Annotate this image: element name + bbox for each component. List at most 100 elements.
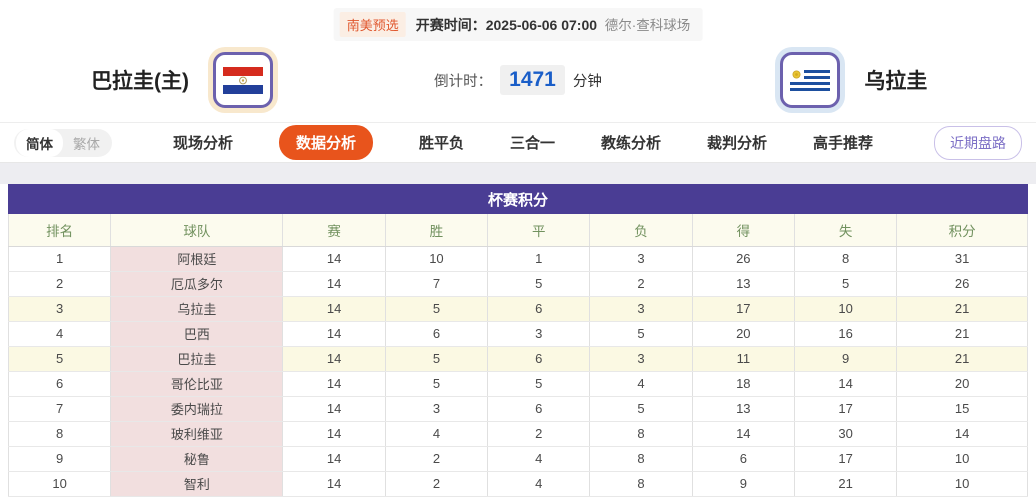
cell-points: 31 (896, 246, 1028, 272)
cell-points: 10 (896, 446, 1028, 472)
cell-points: 21 (896, 346, 1028, 372)
language-toggle[interactable]: 简体 繁体 (14, 128, 112, 157)
table-row: 10 智利 14 2 4 8 9 21 10 (7, 471, 1028, 497)
countdown-value: 1471 (500, 65, 565, 95)
nav-tabs: 现场分析 数据分析 胜平负 三合一 教练分析 裁判分析 高手推荐 (112, 125, 934, 160)
cell-loss: 4 (589, 371, 693, 397)
cell-rank: 5 (7, 346, 112, 372)
cell-team: 智利 (110, 471, 284, 497)
tab-data-analysis[interactable]: 数据分析 (278, 125, 373, 160)
column-header-loss: 负 (589, 214, 693, 247)
cell-loss: 8 (589, 471, 693, 497)
tab-live-analysis[interactable]: 现场分析 (173, 132, 233, 153)
cell-played: 14 (282, 246, 386, 272)
cell-played: 14 (282, 321, 386, 347)
cell-win: 2 (385, 446, 489, 472)
cell-goals-for: 11 (692, 346, 795, 372)
cell-rank: 2 (7, 271, 112, 297)
cell-played: 14 (282, 296, 386, 322)
cell-loss: 5 (589, 396, 693, 422)
column-header-team: 球队 (110, 214, 284, 247)
cell-draw: 5 (487, 371, 591, 397)
cell-draw: 2 (487, 421, 591, 447)
cell-rank: 10 (7, 471, 112, 497)
cell-points: 26 (896, 271, 1028, 297)
cell-team: 巴西 (110, 321, 284, 347)
cell-goals-against: 16 (794, 321, 898, 347)
table-row: 7 委内瑞拉 14 3 6 5 13 17 15 (7, 396, 1028, 422)
kickoff-label: 开赛时间： (415, 17, 486, 33)
cell-rank: 3 (7, 296, 112, 322)
teams-row: 巴拉圭(主) 倒计时： 1471 分钟 乌拉圭 (0, 42, 1036, 118)
cell-goals-for: 6 (692, 446, 795, 472)
lang-traditional[interactable]: 繁体 (63, 129, 110, 157)
tab-win-draw-loss[interactable]: 胜平负 (419, 132, 464, 153)
cell-played: 14 (282, 421, 386, 447)
tab-expert-recommend[interactable]: 高手推荐 (813, 132, 873, 153)
cell-goals-for: 13 (692, 396, 795, 422)
cell-rank: 1 (7, 246, 112, 272)
cell-win: 7 (385, 271, 489, 297)
cell-loss: 5 (589, 321, 693, 347)
cell-team: 玻利维亚 (110, 421, 284, 447)
venue: 德尔·查科球场 (604, 18, 691, 33)
cell-points: 21 (896, 321, 1028, 347)
cell-draw: 4 (487, 471, 591, 497)
cell-win: 6 (385, 321, 489, 347)
cell-draw: 4 (487, 446, 591, 472)
cell-goals-against: 8 (794, 246, 898, 272)
column-header-win: 胜 (385, 214, 489, 247)
table-row: 4 巴西 14 6 3 5 20 16 21 (7, 321, 1028, 347)
standings-title: 杯赛积分 (8, 184, 1028, 214)
home-team-flag (213, 52, 274, 108)
cell-team: 秘鲁 (110, 446, 284, 472)
kickoff-value: 2025-06-06 07:00 (485, 17, 598, 33)
cell-goals-against: 14 (794, 371, 898, 397)
cell-points: 20 (896, 371, 1028, 397)
cell-win: 3 (385, 396, 489, 422)
away-team-group: 乌拉圭 (672, 52, 1036, 108)
cell-win: 5 (385, 296, 489, 322)
countdown-label: 倒计时： (434, 73, 493, 90)
league-tag[interactable]: 南美预选 (339, 12, 406, 37)
recent-handicap-button[interactable]: 近期盘路 (934, 125, 1022, 160)
cell-rank: 7 (7, 396, 112, 422)
tab-coach-analysis[interactable]: 教练分析 (601, 132, 661, 153)
cell-goals-for: 20 (692, 321, 795, 347)
standings-header-row: 排名 球队赛胜平负得失积分 (7, 214, 1028, 247)
paraguay-flag-icon (223, 66, 264, 94)
cell-goals-for: 13 (692, 271, 795, 297)
cell-draw: 6 (487, 296, 591, 322)
cell-rank: 8 (7, 421, 112, 447)
cell-team: 乌拉圭 (110, 296, 284, 322)
cell-goals-against: 17 (794, 446, 898, 472)
uruguay-flag-icon (790, 66, 831, 94)
match-header: 南美预选 开赛时间：2025-06-06 07:00 德尔·查科球场 巴拉圭(主… (0, 0, 1036, 122)
cell-played: 14 (282, 471, 386, 497)
standings-table: 排名 球队赛胜平负得失积分 1 阿根廷 14 10 1 3 26 8 31 2 厄瓜多尔 14 7 5 2 13… (7, 214, 1028, 497)
cell-goals-against: 9 (794, 346, 898, 372)
cell-loss: 3 (589, 246, 693, 272)
cell-played: 14 (282, 446, 386, 472)
away-team-flag (780, 52, 841, 108)
cell-rank: 9 (7, 446, 112, 472)
cell-team: 哥伦比亚 (110, 371, 284, 397)
lang-simplified[interactable]: 简体 (16, 128, 63, 157)
home-team-name: 巴拉圭(主) (91, 70, 190, 93)
cell-win: 4 (385, 421, 489, 447)
tab-three-in-one[interactable]: 三合一 (510, 132, 555, 153)
column-header-goals-for: 得 (692, 214, 795, 247)
cell-team: 委内瑞拉 (110, 396, 284, 422)
table-row: 9 秘鲁 14 2 4 8 6 17 10 (7, 446, 1028, 472)
cell-points: 21 (896, 296, 1028, 322)
cell-played: 14 (282, 271, 386, 297)
away-team-name: 乌拉圭 (864, 70, 928, 93)
tab-referee-analysis[interactable]: 裁判分析 (707, 132, 767, 153)
kickoff-time: 开赛时间：2025-06-06 07:00 德尔·查科球场 (416, 14, 691, 35)
table-row: 1 阿根廷 14 10 1 3 26 8 31 (7, 246, 1028, 272)
cell-goals-against: 10 (794, 296, 898, 322)
column-header-goals-against: 失 (794, 214, 898, 247)
cell-win: 2 (385, 471, 489, 497)
cell-goals-for: 18 (692, 371, 795, 397)
table-row: 2 厄瓜多尔 14 7 5 2 13 5 26 (7, 271, 1028, 297)
